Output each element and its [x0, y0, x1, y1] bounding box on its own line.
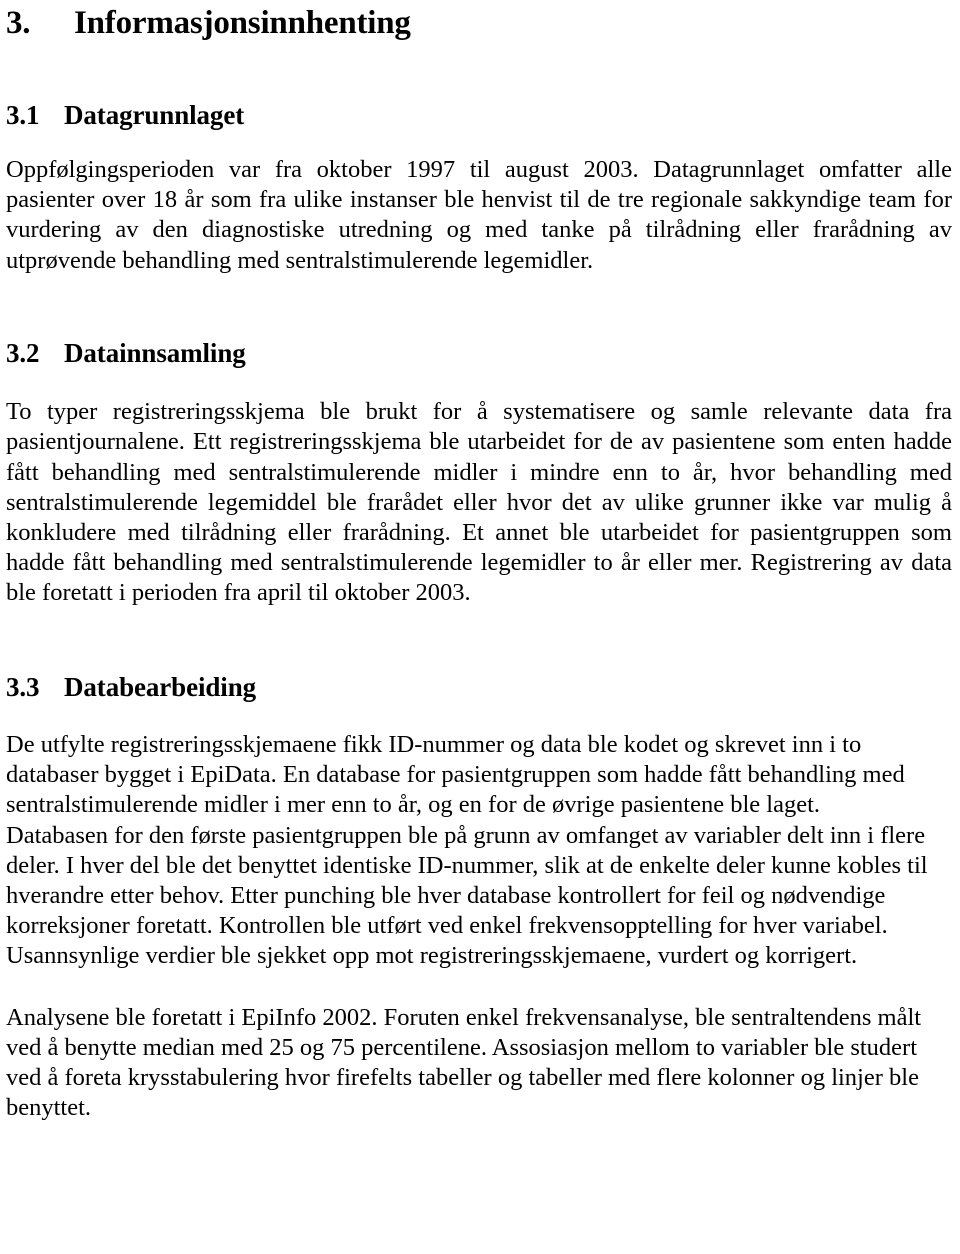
paragraph-databearbeiding-1: De utfylte registreringsskjemaene fikk I…: [6, 730, 905, 819]
section-heading-3-2-title: Datainnsamling: [64, 337, 246, 368]
document-page: 3. Informasjonsinnhenting 3.1 Datagrunnlag…: [0, 0, 960, 1254]
section-heading-3-1-number: 3.1: [6, 99, 40, 130]
paragraph-databearbeiding-2: Databasen for den første pasientgruppen …: [6, 821, 928, 970]
section-heading-3-1: 3.1 Datagrunnlaget: [6, 99, 952, 130]
paragraph-datainnsamling: To typer registreringsskjema ble brukt f…: [6, 398, 952, 607]
section-heading-3-3: 3.3 Databearbeiding: [6, 671, 952, 702]
section-heading-3-1-title: Datagrunnlaget: [64, 99, 245, 130]
section-heading-3-3-number: 3.3: [6, 671, 40, 702]
paragraph-datagrunnlaget: Oppfølgingsperioden var fra oktober 1997…: [6, 155, 952, 274]
section-heading-3-number: 3.: [6, 5, 31, 41]
section-heading-3-3-title: Databearbeiding: [64, 671, 257, 702]
section-heading-3-2-number: 3.2: [6, 337, 40, 368]
page-content: 3. Informasjonsinnhenting 3.1 Datagrunnlag…: [6, 0, 952, 1123]
paragraph-analyse: Analysene ble foretatt i EpiInfo 2002. F…: [6, 1003, 922, 1122]
section-heading-3: 3. Informasjonsinnhenting: [6, 0, 952, 41]
section-heading-3-title: Informasjonsinnhenting: [74, 5, 411, 41]
section-heading-3-2: 3.2 Datainnsamling: [6, 337, 952, 368]
